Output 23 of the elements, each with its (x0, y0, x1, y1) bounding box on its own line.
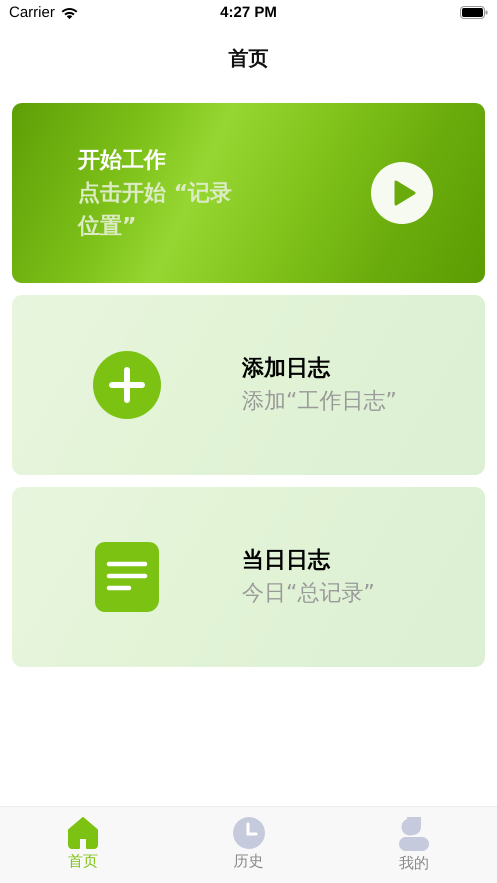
card-title: 开始工作 (78, 146, 167, 174)
start-work-card[interactable]: 开始工作 点击开始 “记录位置” (12, 103, 485, 283)
tab-item[interactable]: 我的 (331, 807, 497, 883)
plus-icon (93, 351, 161, 419)
person-icon (399, 817, 430, 851)
wifi-icon (60, 6, 79, 20)
battery-icon (460, 6, 488, 19)
clock-icon (232, 817, 264, 849)
tab-item[interactable]: 首页 (0, 807, 166, 883)
play-icon (371, 162, 433, 224)
status-time: 4:27 PM (220, 4, 277, 21)
page-title: 首页 (228, 44, 268, 72)
card-title: 添加日志 (242, 355, 332, 383)
menu-card[interactable]: 当日日志 今日“总记录” (12, 487, 485, 667)
card-subtitle: 添加“工作日志” (242, 388, 397, 416)
carrier-name: Carrier (9, 4, 55, 21)
card-title: 当日日志 (242, 547, 332, 575)
document-icon (95, 542, 159, 612)
card-subtitle: 今日“总记录” (242, 580, 375, 608)
menu-card[interactable]: 添加日志 添加“工作日志” (12, 295, 485, 475)
card-subtitle: 点击开始 “记录位置” (78, 180, 234, 240)
home-icon (68, 817, 98, 849)
tab-item[interactable]: 历史 (166, 807, 332, 883)
